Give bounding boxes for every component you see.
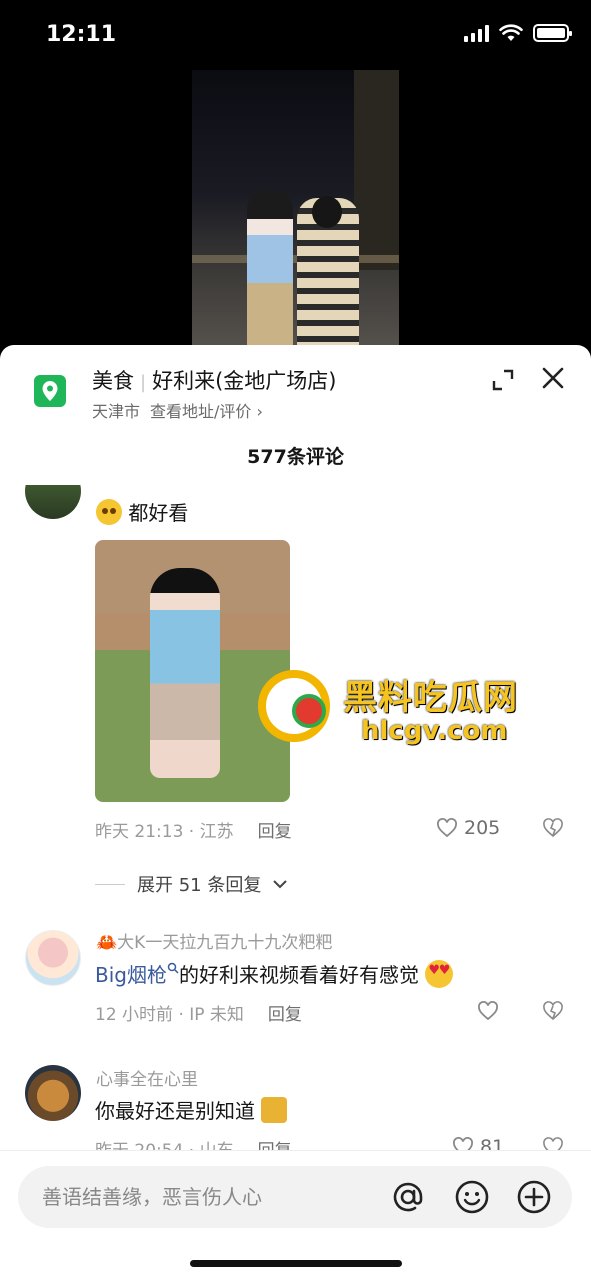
close-icon[interactable] [540, 365, 566, 391]
comment-body: 都好看 [128, 501, 189, 525]
pleading-emoji-icon [96, 499, 122, 525]
status-icons [464, 24, 572, 42]
avatar[interactable] [25, 485, 81, 519]
cat-emoji-icon [261, 1097, 288, 1123]
comment-body: 的好利来视频看着好有感觉 [178, 963, 419, 987]
dislike-icon[interactable] [542, 1001, 564, 1021]
video-background-building [354, 70, 399, 270]
comment-meta: 昨天 20:54 · 山东 回复 [95, 1136, 292, 1150]
reply-button[interactable]: 回复 [258, 822, 292, 842]
at-mention-icon[interactable] [390, 1179, 426, 1215]
comment-count: 577条评论 [247, 446, 344, 468]
location-pin-icon [34, 375, 66, 407]
comment-text: 都好看 [96, 497, 188, 526]
watermark-logo [258, 670, 330, 742]
status-time: 12:11 [46, 22, 117, 47]
video-person-right [297, 196, 359, 350]
poi-divider: | [140, 372, 147, 393]
expand-divider [95, 883, 125, 885]
avatar[interactable] [25, 1065, 81, 1121]
watermark: 黑料吃瓜网 hlcgv.com [258, 668, 548, 753]
dislike-icon[interactable] [542, 818, 564, 838]
like-count: 81 [480, 1136, 505, 1150]
search-icon [167, 962, 179, 974]
status-bar: 12:11 [0, 0, 591, 70]
poi-address-link[interactable]: 查看地址/评价 › [150, 402, 263, 421]
comment-time: 12 小时前 · IP 未知 [95, 1005, 244, 1025]
heart-icon [453, 1137, 473, 1150]
wifi-icon [499, 24, 523, 41]
comment-text: Big烟枪 的好利来视频看着好有感觉 [95, 959, 454, 988]
like-button[interactable] [477, 1001, 499, 1021]
like-button[interactable]: 81 [452, 1136, 504, 1150]
username-text: 大K一天拉九百九十九次粑粑 [117, 933, 333, 953]
crab-emoji-icon: 🦀 [96, 933, 118, 953]
mention-link[interactable]: Big烟枪 [95, 963, 167, 987]
comment-time: 昨天 21:13 · 江苏 [95, 822, 234, 842]
comment-meta: 昨天 21:13 · 江苏 回复 [95, 817, 292, 842]
watermark-url: hlcgv.com [361, 716, 508, 746]
chevron-down-icon [273, 880, 288, 889]
like-button[interactable]: 205 [436, 817, 500, 839]
comment-username[interactable]: 🦀大K一天拉九百九十九次粑粑 [96, 928, 332, 953]
comment-list[interactable]: 都好看 昨天 21:13 · 江苏 回复 205 展开 51 条回复 🦀大K一天… [0, 485, 591, 1150]
home-indicator[interactable] [190, 1260, 402, 1267]
heart-eyes-emoji-icon [425, 960, 454, 988]
reply-button[interactable]: 回复 [268, 1005, 302, 1025]
comment-image-person [150, 568, 220, 778]
comment-time: 昨天 20:54 · 山东 [95, 1141, 234, 1150]
comment-body: 你最好还是别知道 [95, 1099, 255, 1123]
dislike-icon[interactable] [542, 1137, 564, 1150]
video-person-left [247, 190, 293, 350]
reply-button[interactable]: 回复 [258, 1141, 292, 1150]
add-icon[interactable] [516, 1179, 552, 1215]
video-background-street [192, 255, 399, 263]
poi-header[interactable]: 美食 | 好利来(金地广场店) 天津市 查看地址/评价 › [0, 345, 591, 435]
poi-name: 好利来(金地广场店) [152, 369, 337, 393]
comment-meta: 12 小时前 · IP 未知 回复 [95, 1000, 302, 1025]
poi-subtitle: 天津市 查看地址/评价 › [92, 398, 263, 422]
comment-input-box [18, 1166, 572, 1228]
comment-input[interactable] [42, 1180, 372, 1214]
cellular-signal-icon [464, 24, 489, 42]
expand-icon[interactable] [490, 367, 516, 393]
emoji-icon[interactable] [454, 1179, 490, 1215]
battery-icon [533, 24, 572, 42]
poi-category: 美食 [92, 369, 134, 393]
expand-replies-label: 展开 51 条回复 [137, 875, 262, 896]
like-count: 205 [464, 817, 501, 839]
video-player[interactable] [192, 70, 399, 350]
poi-title: 美食 | 好利来(金地广场店) [92, 365, 336, 395]
comment-text: 你最好还是别知道 [95, 1095, 288, 1124]
comment-username[interactable]: 心事全在心里 [96, 1065, 198, 1090]
expand-replies[interactable]: 展开 51 条回复 [95, 871, 288, 897]
avatar[interactable] [25, 930, 81, 986]
heart-icon [437, 818, 457, 838]
watermark-title: 黑料吃瓜网 [343, 678, 518, 718]
poi-city: 天津市 [92, 402, 141, 421]
comment-panel: 美食 | 好利来(金地广场店) 天津市 查看地址/评价 › 577条评论 都好看 昨天 [0, 345, 591, 1280]
